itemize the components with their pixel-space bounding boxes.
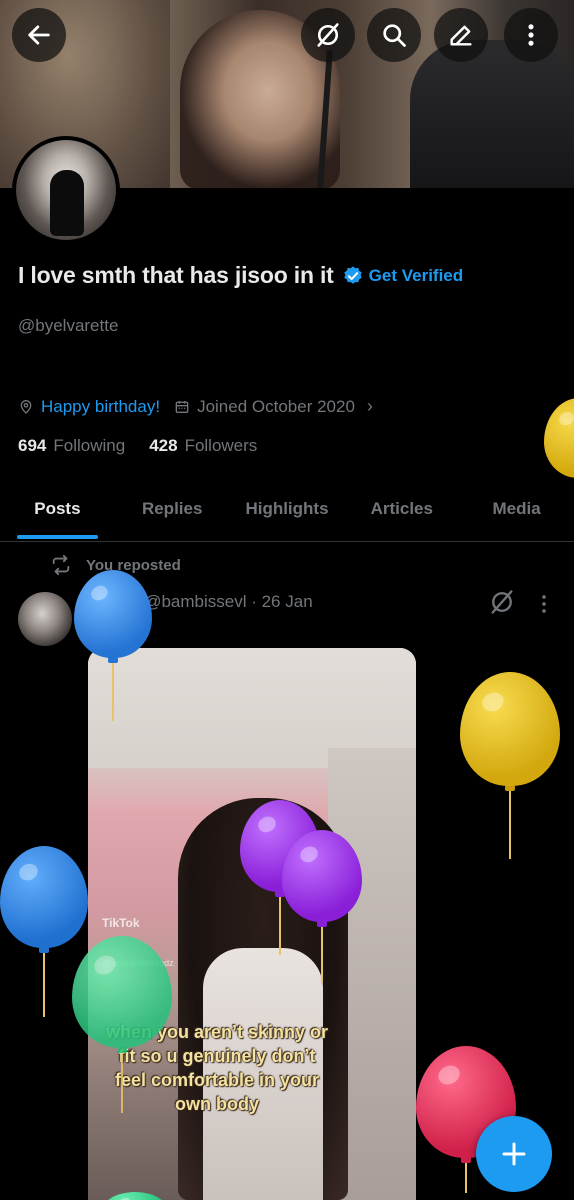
edit-button[interactable] xyxy=(434,8,488,62)
location-pin-icon xyxy=(20,399,32,414)
tab-articles[interactable]: Articles xyxy=(344,480,459,541)
more-vertical-icon[interactable] xyxy=(532,592,556,616)
joined-date: Joined October 2020 xyxy=(197,396,355,416)
profile-avatar[interactable] xyxy=(12,136,120,244)
post-handle-date: @bambissevl · 26 Jan xyxy=(144,592,313,611)
grok-button[interactable] xyxy=(301,8,355,62)
chevron-right-icon[interactable]: › xyxy=(367,396,373,417)
more-button[interactable] xyxy=(504,8,558,62)
search-icon xyxy=(383,24,406,47)
profile-handle: @byelvarette xyxy=(18,316,119,335)
search-button[interactable] xyxy=(367,8,421,62)
more-vertical-icon xyxy=(528,24,534,46)
back-button[interactable] xyxy=(12,8,66,62)
display-name: I love smth that has jisoo in it xyxy=(18,262,334,288)
balloon-blue-small xyxy=(74,570,152,721)
followers-link[interactable]: 428 Followers xyxy=(149,436,257,456)
grok-icon[interactable] xyxy=(488,588,516,616)
following-label: Following xyxy=(53,436,126,455)
repost-icon xyxy=(52,554,70,576)
following-link[interactable]: 694 Following xyxy=(18,436,125,456)
name-row: I love smth that has jisoo in it Get Ver… xyxy=(18,262,463,289)
tab-posts[interactable]: Posts xyxy=(0,480,115,541)
follow-stats: 694 Following 428 Followers xyxy=(18,436,281,456)
edit-icon xyxy=(450,25,472,46)
grok-icon xyxy=(317,23,339,47)
banner-right-figure xyxy=(410,40,574,188)
avatar-image xyxy=(16,140,116,240)
following-count: 694 xyxy=(18,436,47,455)
tab-media[interactable]: Media xyxy=(459,480,574,541)
plus-icon xyxy=(502,1142,526,1166)
location-text[interactable]: Happy birthday! xyxy=(41,397,160,417)
get-verified-link[interactable]: Get Verified xyxy=(369,266,463,286)
balloon-yellow-edge xyxy=(544,398,574,478)
back-arrow-icon xyxy=(28,25,50,45)
balloon-yellow xyxy=(460,672,560,859)
compose-button[interactable] xyxy=(476,1116,552,1192)
profile-meta: Happy birthday! Joined October 2020 › xyxy=(18,396,373,417)
verified-badge-icon xyxy=(343,265,362,284)
balloon-green-bottom xyxy=(100,1192,170,1200)
profile-tabs: Posts Replies Highlights Articles Media xyxy=(0,480,574,542)
followers-count: 428 xyxy=(149,436,178,455)
tab-replies[interactable]: Replies xyxy=(115,480,230,541)
calendar-icon xyxy=(175,400,189,413)
post-author-avatar[interactable] xyxy=(18,592,72,646)
balloon-green xyxy=(72,936,172,1113)
balloon-purple-right xyxy=(282,830,362,983)
tiktok-watermark: TikTok xyxy=(102,916,140,930)
followers-label: Followers xyxy=(184,436,258,455)
tab-highlights[interactable]: Highlights xyxy=(230,480,345,541)
